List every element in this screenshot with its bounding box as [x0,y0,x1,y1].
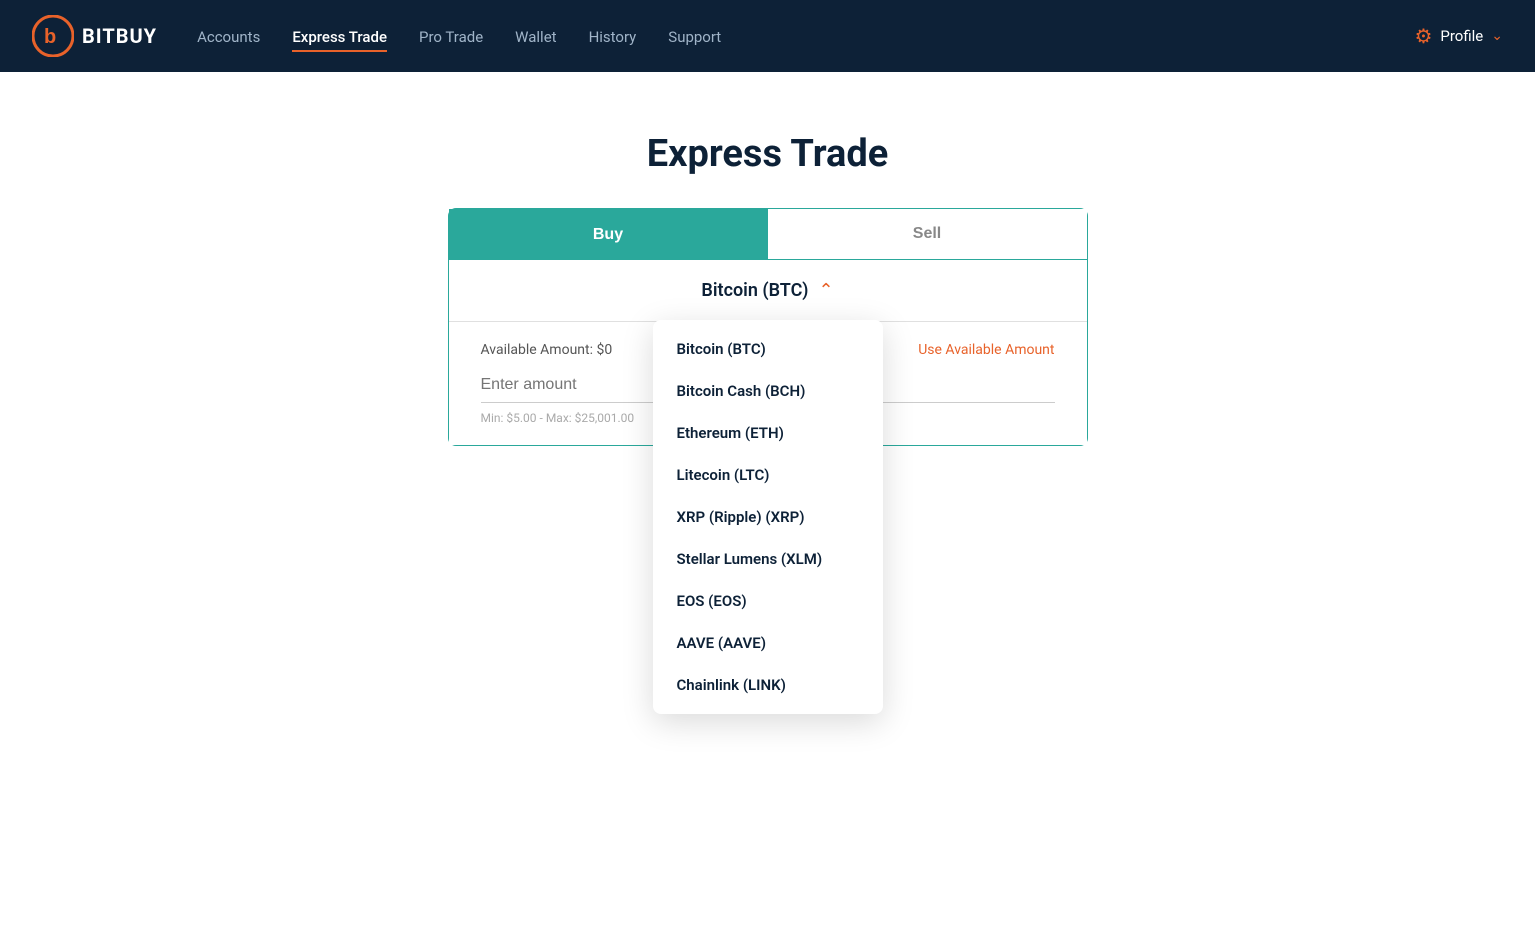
sidebar-item-pro-trade[interactable]: Pro Trade [419,27,483,46]
nav-links: Accounts Express Trade Pro Trade Wallet … [197,27,721,46]
currency-selector[interactable]: Bitcoin (BTC) ⌃ Bitcoin (BTC) Bitcoin Ca… [449,260,1087,322]
trade-tabs: Buy Sell [449,209,1087,260]
nav-link-support[interactable]: Support [668,28,721,46]
trade-card: Buy Sell Bitcoin (BTC) ⌃ Bitcoin (BTC) B… [448,208,1088,446]
nav-link-accounts[interactable]: Accounts [197,28,260,46]
navbar: b BITBUY Accounts Express Trade Pro Trad… [0,0,1535,72]
dropdown-item-btc[interactable]: Bitcoin (BTC) [653,328,883,370]
sidebar-item-history[interactable]: History [589,27,637,46]
sidebar-item-express-trade[interactable]: Express Trade [292,27,387,46]
dropdown-item-link[interactable]: Chainlink (LINK) [653,664,883,706]
nav-link-wallet[interactable]: Wallet [515,28,556,46]
sidebar-item-support[interactable]: Support [668,27,721,46]
main-content: Express Trade Buy Sell Bitcoin (BTC) ⌃ B… [0,72,1535,446]
dropdown-item-bch[interactable]: Bitcoin Cash (BCH) [653,370,883,412]
dropdown-item-xrp[interactable]: XRP (Ripple) (XRP) [653,496,883,538]
logo-text: BITBUY [82,24,157,48]
nav-link-history[interactable]: History [589,28,637,46]
chevron-up-icon: ⌃ [818,280,833,301]
dropdown-item-eos[interactable]: EOS (EOS) [653,580,883,622]
navbar-left: b BITBUY Accounts Express Trade Pro Trad… [32,15,721,57]
tab-sell[interactable]: Sell [768,209,1087,260]
currency-dropdown: Bitcoin (BTC) Bitcoin Cash (BCH) Ethereu… [653,320,883,714]
dropdown-item-xlm[interactable]: Stellar Lumens (XLM) [653,538,883,580]
selected-currency: Bitcoin (BTC) [701,280,808,301]
tab-buy[interactable]: Buy [449,209,768,260]
svg-text:b: b [44,26,56,48]
gear-icon: ⚙ [1414,24,1432,48]
dropdown-item-ltc[interactable]: Litecoin (LTC) [653,454,883,496]
dropdown-item-aave[interactable]: AAVE (AAVE) [653,622,883,664]
page-title: Express Trade [647,132,889,176]
sidebar-item-wallet[interactable]: Wallet [515,27,556,46]
sidebar-item-accounts[interactable]: Accounts [197,27,260,46]
chevron-down-icon: ⌄ [1491,28,1503,44]
nav-link-pro-trade[interactable]: Pro Trade [419,28,483,46]
profile-menu[interactable]: ⚙ Profile ⌄ [1414,24,1503,48]
profile-label: Profile [1440,27,1483,45]
logo[interactable]: b BITBUY [32,15,157,57]
available-amount-label: Available Amount: $0 [481,342,613,358]
logo-icon: b [32,15,74,57]
dropdown-item-eth[interactable]: Ethereum (ETH) [653,412,883,454]
nav-link-express-trade[interactable]: Express Trade [292,28,387,52]
use-available-amount-link[interactable]: Use Available Amount [918,342,1054,358]
